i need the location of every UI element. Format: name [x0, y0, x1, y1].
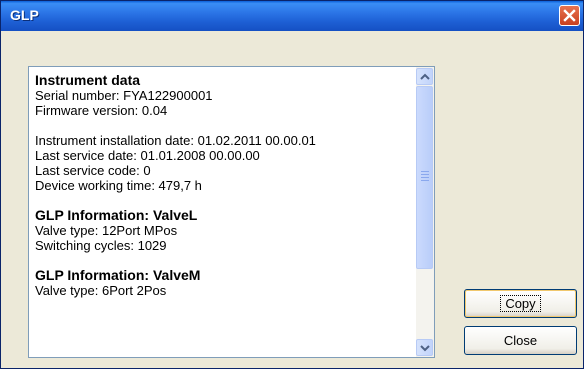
- info-line: Last service date: 01.01.2008 00.00.00: [35, 148, 260, 163]
- scroll-grip-icon: [421, 171, 429, 183]
- close-icon: [563, 9, 576, 22]
- info-line: Valve type: 6Port 2Pos: [35, 283, 167, 298]
- info-line: Switching cycles: 1029: [35, 238, 167, 253]
- scroll-thumb[interactable]: [416, 86, 433, 269]
- info-line: Valve type: 12Port MPos: [35, 223, 178, 238]
- close-button-label: Close: [503, 333, 538, 348]
- glp-info-listbox[interactable]: Instrument data Serial number: FYA1229000…: [28, 66, 435, 358]
- chevron-down-icon: [420, 345, 430, 352]
- section-heading: GLP Information: ValveM: [35, 267, 201, 283]
- info-line: Instrument installation date: 01.02.2011…: [35, 133, 316, 148]
- copy-button[interactable]: Copy: [464, 289, 577, 318]
- chevron-up-icon: [420, 73, 430, 80]
- info-line: Serial number: FYA122900001: [35, 88, 213, 103]
- glp-dialog: GLP Instrument data Serial number: FYA122…: [0, 0, 584, 369]
- scroll-down-button[interactable]: [416, 339, 433, 356]
- title-bar[interactable]: GLP: [1, 1, 583, 31]
- vertical-scrollbar[interactable]: [416, 67, 434, 357]
- close-button[interactable]: Close: [464, 326, 577, 355]
- info-line: Firmware version: 0.04: [35, 103, 168, 118]
- glp-info-text: Instrument data Serial number: FYA1229000…: [35, 72, 410, 299]
- info-line: Device working time: 479,7 h: [35, 178, 202, 193]
- section-heading: Instrument data: [35, 72, 141, 88]
- close-window-button[interactable]: [559, 5, 580, 26]
- section-heading: GLP Information: ValveL: [35, 207, 198, 223]
- window-title: GLP: [10, 7, 39, 23]
- scroll-up-button[interactable]: [416, 68, 433, 85]
- info-line: Last service code: 0: [35, 163, 151, 178]
- copy-button-label: Copy: [500, 295, 541, 312]
